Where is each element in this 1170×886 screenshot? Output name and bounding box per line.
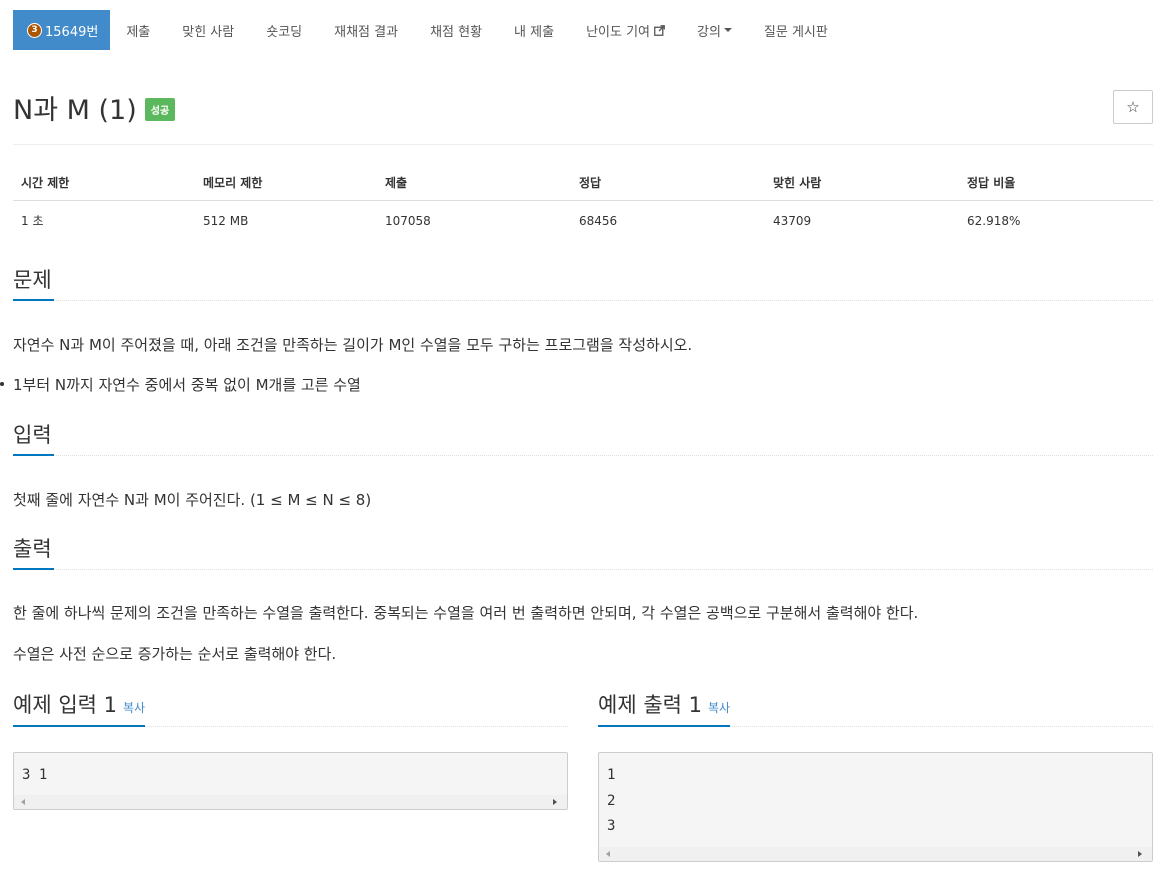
scroll-right-icon[interactable]	[553, 799, 557, 805]
output-text-line: 수열은 사전 순으로 증가하는 순서로 출력해야 한다.	[13, 645, 337, 663]
sample-output-heading-wrap: 예제 출력 1 복사	[598, 692, 731, 727]
sample-input-heading-wrap: 예제 입력 1 복사	[13, 692, 146, 727]
nav-short-coding[interactable]: 숏코딩	[250, 10, 318, 50]
condition-list-item: 1부터 N까지 자연수 중에서 중복 없이 M개를 고른 수열	[13, 376, 361, 394]
sample-output-heading: 예제 출력 1	[598, 693, 702, 717]
nav-my-submissions[interactable]: 내 제출	[498, 10, 570, 50]
nav-difficulty-contribution[interactable]: 난이도 기여	[570, 10, 681, 50]
input-heading: 입력	[13, 422, 54, 456]
sample-output-box[interactable]: 1 2 3	[598, 752, 1153, 862]
memory-limit-value: 512 MB	[203, 213, 249, 228]
nav-problem-number[interactable]: 3 15649번	[13, 10, 111, 50]
star-icon: ☆	[1126, 98, 1140, 116]
sample-output-header: 예제 출력 1 복사	[598, 692, 1153, 727]
submissions-value: 107058	[385, 213, 431, 228]
favorite-star-button[interactable]: ☆	[1113, 90, 1153, 124]
description-section-header: 문제	[13, 267, 1153, 301]
scroll-left-icon[interactable]	[606, 851, 610, 857]
copy-sample-output-link[interactable]: 복사	[708, 701, 730, 715]
list-bullet	[0, 382, 4, 386]
description-text: 자연수 N과 M이 주어졌을 때, 아래 조건을 만족하는 길이가 M인 수열을…	[13, 336, 693, 354]
nav-status[interactable]: 채점 현황	[414, 10, 498, 50]
header-submissions: 제출	[377, 164, 571, 201]
nav-question-board[interactable]: 질문 게시판	[748, 10, 844, 50]
output-section-header: 출력	[13, 536, 1153, 570]
tier-badge-icon: 3	[27, 22, 42, 38]
problem-title-row: N과 M (1) 성공	[13, 88, 176, 127]
header-accept-ratio: 정답 비율	[959, 164, 1153, 201]
problem-title: N과 M (1)	[13, 95, 137, 126]
output-heading: 출력	[13, 536, 54, 570]
problem-info-table: 시간 제한 메모리 제한 제출 정답 맞힌 사람 정답 비율 1 초 512 M…	[13, 164, 1153, 240]
header-solved-users: 맞힌 사람	[765, 164, 959, 201]
nav-solved-users[interactable]: 맞힌 사람	[166, 10, 250, 50]
header-accepted: 정답	[571, 164, 765, 201]
output-text-line: 한 줄에 하나씩 문제의 조건을 만족하는 수열을 출력한다. 중복되는 수열을…	[13, 604, 919, 622]
nav-rejudge-result[interactable]: 재채점 결과	[318, 10, 414, 50]
title-divider	[13, 144, 1153, 145]
table-row: 1 초 512 MB 107058 68456 43709 62.918%	[13, 201, 1153, 241]
copy-sample-input-link[interactable]: 복사	[123, 701, 145, 715]
caret-down-icon	[723, 28, 732, 32]
sample-input-heading: 예제 입력 1	[13, 693, 117, 717]
sample-input-box[interactable]: 3 1	[13, 752, 568, 810]
sample-output-content: 1 2 3	[607, 767, 616, 834]
solved-users-value: 43709	[773, 213, 812, 228]
accepted-value: 68456	[579, 213, 618, 228]
nav-difficulty-label: 난이도 기여	[586, 24, 650, 40]
header-memory-limit: 메모리 제한	[195, 164, 377, 201]
sample-input-content: 3 1	[22, 767, 48, 783]
scroll-right-icon[interactable]	[1138, 851, 1142, 857]
nav-lecture-dropdown[interactable]: 강의	[681, 10, 748, 50]
success-badge: 성공	[144, 98, 176, 121]
external-link-icon	[654, 24, 665, 36]
time-limit-value: 1 초	[21, 214, 44, 228]
nav-lecture-label: 강의	[697, 24, 721, 40]
nav-problem-number-label: 15649번	[45, 24, 99, 40]
table-header-row: 시간 제한 메모리 제한 제출 정답 맞힌 사람 정답 비율	[13, 164, 1153, 201]
sample-input-header: 예제 입력 1 복사	[13, 692, 568, 727]
scroll-left-icon[interactable]	[21, 799, 25, 805]
input-text: 첫째 줄에 자연수 N과 M이 주어진다. (1 ≤ M ≤ N ≤ 8)	[13, 491, 372, 509]
accept-ratio-value: 62.918%	[967, 213, 1021, 228]
nav-submit[interactable]: 제출	[110, 10, 166, 50]
input-section-header: 입력	[13, 422, 1153, 456]
problem-nav: 3 15649번 제출 맞힌 사람 숏코딩 재채점 결과 채점 현황 내 제출 …	[13, 10, 844, 50]
horizontal-scrollbar[interactable]	[599, 847, 1152, 861]
header-time-limit: 시간 제한	[13, 164, 195, 201]
horizontal-scrollbar[interactable]	[14, 795, 567, 809]
description-heading: 문제	[13, 267, 54, 301]
